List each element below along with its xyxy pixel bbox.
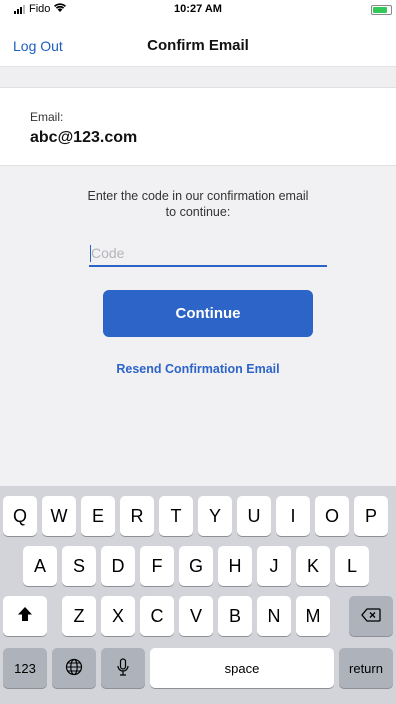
key-k[interactable]: K (296, 546, 330, 586)
key-w[interactable]: W (42, 496, 76, 536)
instructions-text: Enter the code in our confirmation email… (60, 188, 336, 220)
return-key[interactable]: return (339, 648, 393, 688)
email-section: Email: abc@123.com (0, 88, 396, 166)
key-o[interactable]: O (315, 496, 349, 536)
key-l[interactable]: L (335, 546, 369, 586)
on-screen-keyboard: Q W E R T Y U I O P A S D F G H J K L Z … (0, 486, 396, 704)
microphone-icon (116, 657, 130, 679)
section-separator (0, 66, 396, 88)
key-c[interactable]: C (140, 596, 174, 636)
shift-key[interactable] (3, 596, 47, 636)
email-value: abc@123.com (30, 129, 138, 146)
key-b[interactable]: B (218, 596, 252, 636)
key-n[interactable]: N (257, 596, 291, 636)
delete-key[interactable] (349, 596, 393, 636)
key-p[interactable]: P (354, 496, 388, 536)
status-bar: Fido 10:27 AM (0, 0, 396, 20)
page-title: Confirm Email (147, 37, 249, 54)
key-s[interactable]: S (62, 546, 96, 586)
shift-icon (17, 606, 33, 627)
instructions-line-2: to continue: (165, 205, 231, 219)
key-g[interactable]: G (179, 546, 213, 586)
navigation-bar: Log Out Confirm Email (0, 20, 396, 66)
text-cursor (90, 245, 91, 262)
space-key[interactable]: space (150, 648, 334, 688)
key-y[interactable]: Y (198, 496, 232, 536)
key-i[interactable]: I (276, 496, 310, 536)
resend-confirmation-link[interactable]: Resend Confirmation Email (0, 362, 396, 376)
key-q[interactable]: Q (3, 496, 37, 536)
key-j[interactable]: J (257, 546, 291, 586)
continue-button[interactable]: Continue (103, 290, 313, 337)
key-u[interactable]: U (237, 496, 271, 536)
key-d[interactable]: D (101, 546, 135, 586)
globe-key[interactable] (52, 648, 96, 688)
key-h[interactable]: H (218, 546, 252, 586)
key-a[interactable]: A (23, 546, 57, 586)
key-m[interactable]: M (296, 596, 330, 636)
numbers-key[interactable]: 123 (3, 648, 47, 688)
email-label: Email: (30, 110, 64, 124)
key-t[interactable]: T (159, 496, 193, 536)
status-time: 10:27 AM (174, 3, 222, 15)
key-r[interactable]: R (120, 496, 154, 536)
battery-icon (371, 5, 392, 15)
key-f[interactable]: F (140, 546, 174, 586)
globe-icon (65, 658, 83, 679)
code-input[interactable] (89, 240, 327, 267)
backspace-icon (361, 607, 381, 625)
key-x[interactable]: X (101, 596, 135, 636)
instructions-line-1: Enter the code in our confirmation email (87, 189, 309, 203)
key-z[interactable]: Z (62, 596, 96, 636)
confirmation-panel: Enter the code in our confirmation email… (0, 166, 396, 486)
dictation-key[interactable] (101, 648, 145, 688)
key-e[interactable]: E (81, 496, 115, 536)
key-v[interactable]: V (179, 596, 213, 636)
